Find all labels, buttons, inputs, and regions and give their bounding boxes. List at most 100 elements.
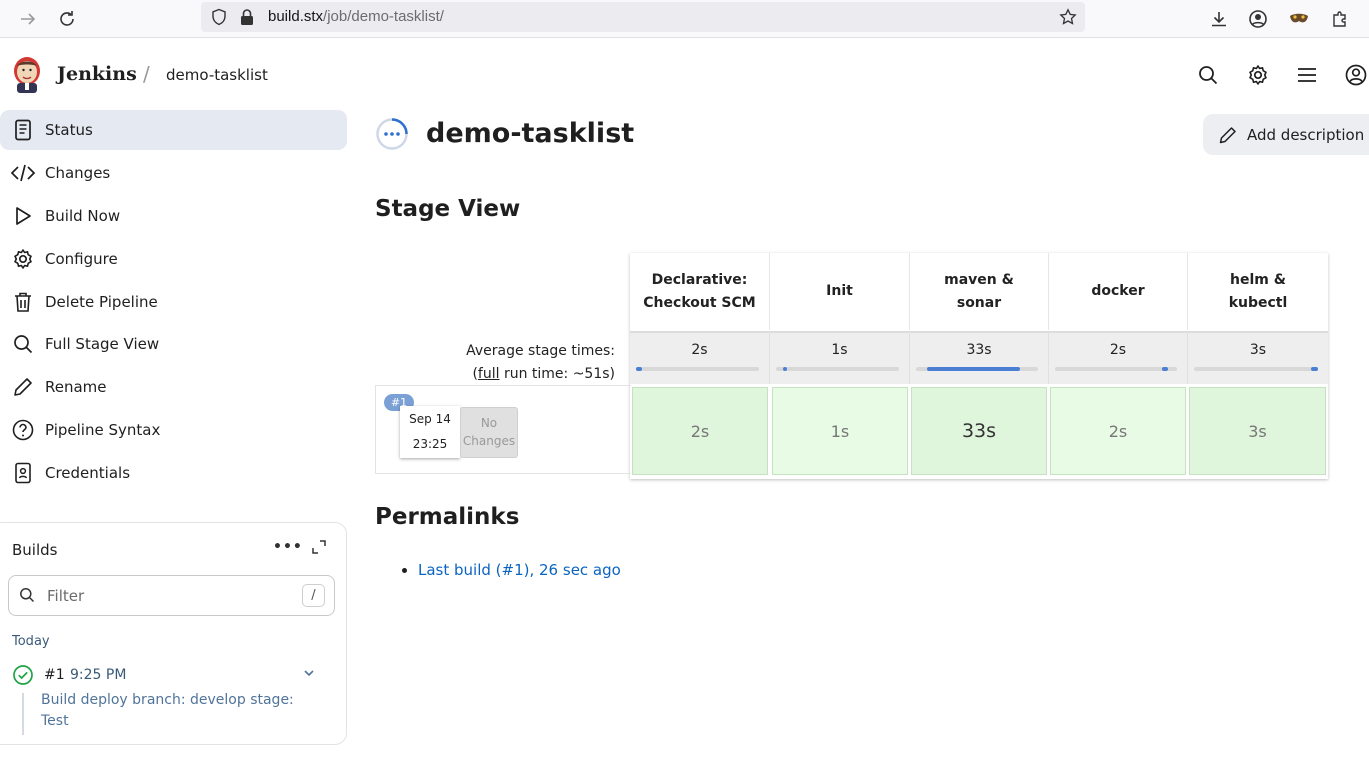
stage-run-cell[interactable]: 2s [632, 387, 768, 475]
average-label-line1: Average stage times: [466, 343, 615, 359]
sidebar-item-label: Status [45, 121, 93, 139]
account-icon[interactable] [1245, 6, 1271, 32]
build-description: Build deploy branch: develop stage: Test [41, 692, 294, 729]
stage-header: docker [1049, 253, 1188, 330]
stage-average-cell: 2s [1049, 331, 1188, 384]
builds-title: Builds [12, 541, 58, 559]
sidebar-item-label: Credentials [45, 464, 131, 482]
expand-icon[interactable] [312, 540, 326, 554]
stage-build-row: #1 Sep 14 23:25 No Changes [375, 385, 631, 474]
builds-filter-input[interactable]: Filter / [8, 575, 335, 616]
build-number[interactable]: #1 [44, 667, 65, 683]
help-icon [11, 418, 35, 442]
jenkins-header: Jenkins / demo-tasklist [0, 38, 1369, 110]
stage-run-cell[interactable]: 3s [1189, 387, 1326, 475]
stage-time-bar-fill [1162, 367, 1169, 371]
url-text[interactable]: build.stx/job/demo-tasklist/ [268, 8, 444, 25]
build-date: Sep 14 [409, 412, 451, 426]
more-options-icon[interactable]: ••• [273, 539, 303, 555]
lock-icon[interactable] [238, 8, 256, 26]
stage-run-cell[interactable]: 1s [772, 387, 908, 475]
extensions-puzzle-icon[interactable] [1327, 6, 1353, 32]
sidebar-item-label: Rename [45, 378, 107, 396]
stage-average-time: 1s [831, 342, 848, 358]
search-icon[interactable] [1193, 60, 1223, 90]
permalinks-heading: Permalinks [375, 504, 520, 530]
no-changes-box: No Changes [460, 407, 518, 458]
stage-time-bar [1055, 367, 1177, 371]
user-avatar-icon[interactable] [1341, 60, 1369, 90]
permalinks-list: Last build (#1), 26 sec ago [404, 561, 621, 579]
sidebar-item-label: Delete Pipeline [45, 293, 158, 311]
build-history-row[interactable]: #1 9:25 PM [12, 664, 332, 688]
stage-run-cell[interactable]: 33s [911, 387, 1047, 475]
page-title: demo-tasklist [426, 118, 635, 149]
build-date-card: Sep 14 23:25 [400, 406, 460, 458]
sidebar-item-label: Changes [45, 164, 111, 182]
breadcrumb-job[interactable]: demo-tasklist [166, 66, 268, 84]
add-description-label: Add description [1247, 125, 1365, 144]
sidebar-item-rename[interactable]: Rename [0, 367, 347, 407]
address-bar[interactable]: build.stx/job/demo-tasklist/ [201, 2, 1085, 32]
stage-average-time: 2s [691, 342, 708, 358]
stage-header: Declarative: Checkout SCM [630, 253, 770, 330]
hamburger-menu-icon[interactable] [1292, 60, 1322, 90]
reload-icon[interactable] [54, 6, 80, 32]
stage-time-bar [776, 367, 899, 371]
gear-icon[interactable] [1243, 60, 1273, 90]
build-time: 9:25 PM [70, 667, 127, 683]
sidebar-item-status[interactable]: Status [0, 110, 347, 150]
add-description-button[interactable]: Add description [1203, 114, 1369, 155]
stage-average-time: 3s [1249, 342, 1267, 358]
filter-placeholder: Filter [47, 587, 85, 605]
stage-view-table: Declarative: Checkout SCM Init maven & s… [630, 253, 1328, 479]
search-icon [19, 587, 35, 603]
stage-average-cell: 33s [910, 331, 1049, 384]
sidebar-item-label: Configure [45, 250, 118, 268]
sidebar-item-changes[interactable]: Changes [0, 153, 347, 193]
permalink-last-build[interactable]: Last build (#1), 26 sec ago [418, 561, 621, 579]
stage-run-cell[interactable]: 2s [1050, 387, 1186, 475]
stage-time-bar [916, 367, 1038, 371]
builds-panel: Builds ••• Filter / Today #1 9:25 PM Bui… [0, 522, 347, 745]
document-icon [11, 118, 35, 142]
build-description-rule [22, 693, 24, 735]
forward-arrow-icon[interactable] [15, 6, 41, 32]
jenkins-brand[interactable]: Jenkins [57, 63, 137, 85]
average-stage-times-label: Average stage times: (full run time: ~51… [430, 340, 615, 386]
extension-mask-icon[interactable] [1286, 6, 1312, 32]
sidebar-item-delete-pipeline[interactable]: Delete Pipeline [0, 282, 347, 322]
badge-icon [11, 461, 35, 485]
in-progress-status-icon [375, 117, 409, 151]
chevron-down-icon[interactable] [302, 666, 316, 680]
full-run-time-link[interactable]: full [478, 366, 500, 382]
bookmark-star-icon[interactable] [1059, 8, 1077, 26]
trash-icon [11, 290, 35, 314]
stage-time-bar [1194, 367, 1318, 371]
stage-average-cell: 3s [1188, 331, 1328, 384]
stage-time-bar-fill [636, 367, 643, 371]
sidebar-item-label: Pipeline Syntax [45, 421, 161, 439]
sidebar-item-full-stage-view[interactable]: Full Stage View [0, 324, 347, 364]
breadcrumb-separator: / [143, 62, 150, 86]
stage-average-time: 2s [1109, 342, 1127, 358]
download-icon[interactable] [1206, 6, 1232, 32]
jenkins-logo-icon[interactable] [11, 56, 43, 94]
sidebar-item-credentials[interactable]: Credentials [0, 453, 347, 493]
sidebar-item-pipeline-syntax[interactable]: Pipeline Syntax [0, 410, 347, 450]
stage-time-bar-fill [926, 367, 1020, 371]
sidebar-item-configure[interactable]: Configure [0, 239, 347, 279]
code-icon [11, 161, 35, 185]
shield-icon[interactable] [210, 8, 228, 26]
browser-toolbar: build.stx/job/demo-tasklist/ [0, 0, 1369, 38]
build-group-label: Today [12, 634, 50, 649]
gear-icon [11, 247, 35, 271]
sidebar-item-build-now[interactable]: Build Now [0, 196, 347, 236]
pencil-icon [11, 375, 35, 399]
stage-average-time: 33s [966, 342, 992, 358]
build-clock-time: 23:25 [412, 437, 448, 451]
keyboard-shortcut-hint: / [302, 584, 325, 607]
stage-time-bar-fill [1310, 367, 1318, 371]
sidebar-item-label: Full Stage View [45, 335, 160, 353]
stage-time-bar-fill [783, 367, 788, 371]
